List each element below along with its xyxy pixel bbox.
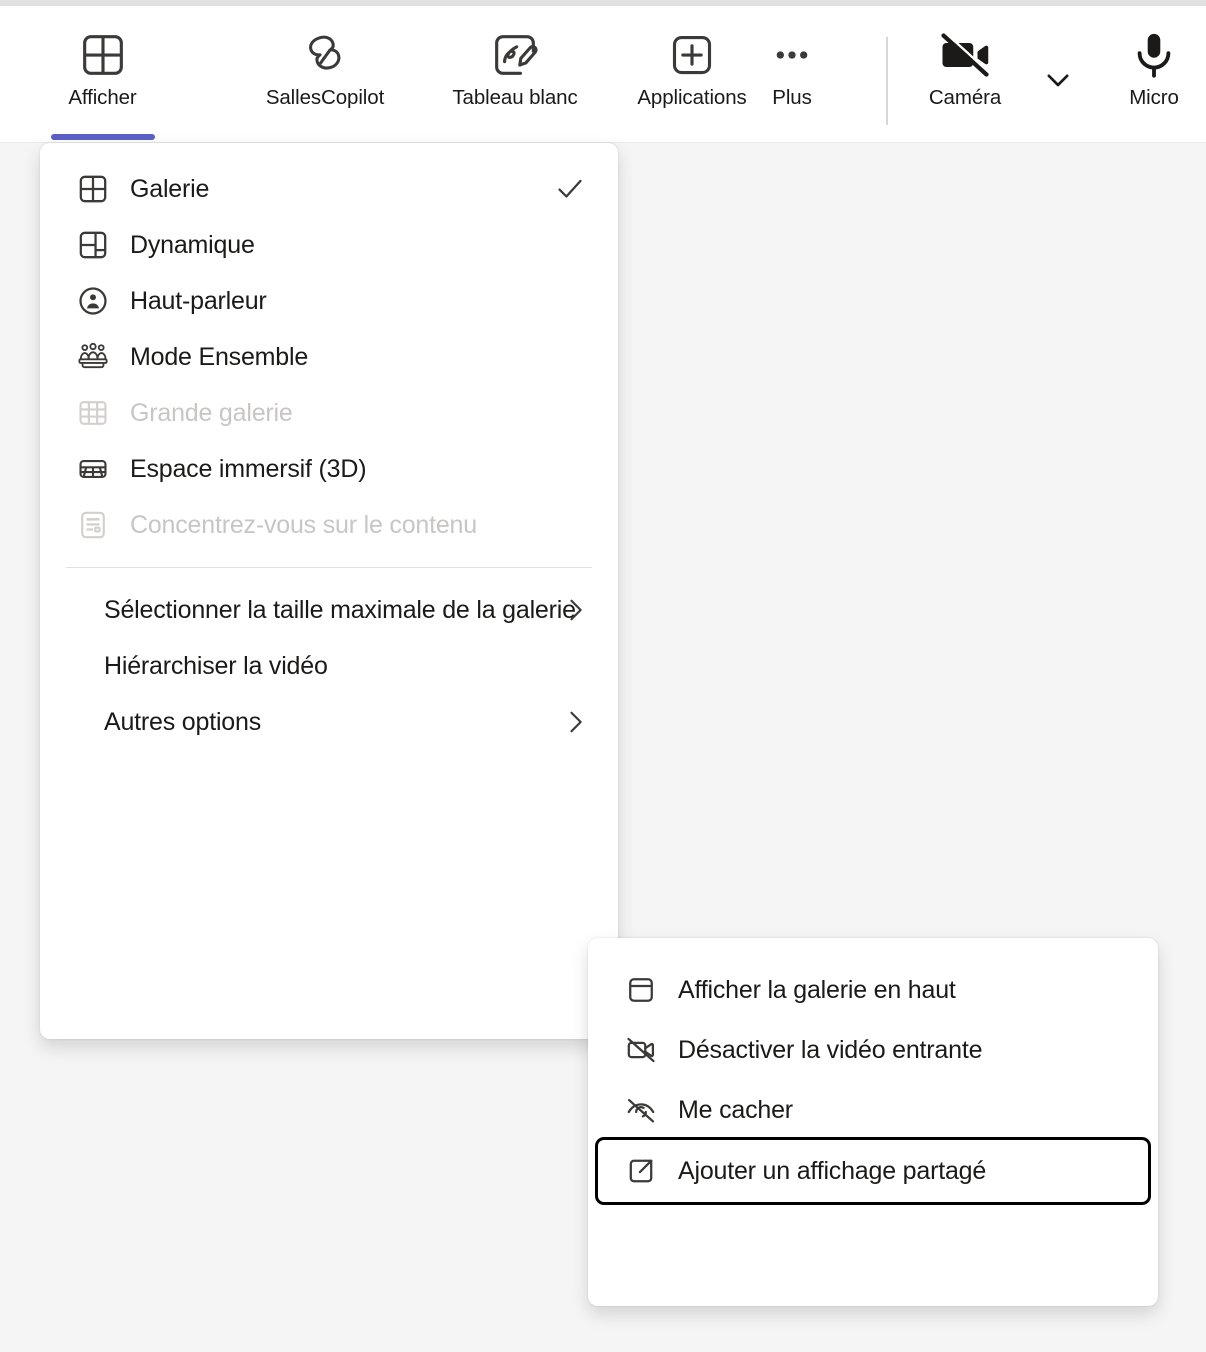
submenu-item-afficher-galerie-en-haut[interactable]: Afficher la galerie en haut	[598, 960, 1148, 1020]
menu-item-haut-parleur[interactable]: Haut-parleur	[50, 273, 608, 329]
autres-options-submenu: Afficher la galerie en haut Désactiver l…	[588, 938, 1158, 1306]
menu-item-label: Haut-parleur	[130, 287, 267, 315]
toolbar-item-sallescopilot[interactable]: SallesCopilot	[225, 6, 425, 142]
toolbar-item-label: Afficher	[68, 86, 137, 109]
more-horizontal-icon	[767, 24, 817, 86]
submenu-item-ajouter-affichage-partage[interactable]: Ajouter un affichage partagé	[598, 1140, 1148, 1202]
menu-item-concentrez-vous-sur-le-contenu[interactable]: Concentrez-vous sur le contenu	[50, 497, 608, 553]
menu-divider	[66, 567, 592, 568]
immersive-space-icon	[76, 452, 114, 486]
submenu-item-label: Afficher la galerie en haut	[678, 976, 956, 1004]
gallery-top-icon	[624, 973, 662, 1007]
menu-item-label: Espace immersif (3D)	[130, 455, 367, 483]
together-mode-icon	[76, 340, 114, 374]
toolbar-item-label: Applications	[637, 86, 747, 109]
grid-view-icon	[76, 172, 114, 206]
checkmark-icon	[552, 171, 588, 207]
menu-item-label: Grande galerie	[130, 399, 293, 427]
toolbar-item-label: Tableau blanc	[452, 86, 578, 109]
menu-item-label: Galerie	[130, 175, 210, 203]
toolbar-item-label: Plus	[772, 86, 812, 109]
menu-item-label: Mode Ensemble	[130, 343, 309, 371]
meeting-toolbar: Afficher SallesCopilot Tableau blanc App…	[0, 6, 1206, 143]
toolbar-item-camera[interactable]: Caméra	[906, 6, 1024, 142]
dynamic-view-icon	[76, 228, 114, 262]
whiteboard-icon	[490, 24, 540, 86]
focus-content-icon	[76, 508, 114, 542]
toolbar-item-applications[interactable]: Applications	[610, 6, 774, 142]
large-gallery-icon	[76, 396, 114, 430]
menu-item-label: Hiérarchiser la vidéo	[104, 652, 328, 680]
toolbar-divider	[886, 37, 888, 125]
menu-item-galerie[interactable]: Galerie	[50, 161, 608, 217]
menu-item-autres-options[interactable]: Autres options	[50, 694, 608, 750]
toolbar-item-label: Micro	[1129, 86, 1179, 109]
submenu-item-me-cacher[interactable]: Me cacher	[598, 1080, 1148, 1140]
menu-item-label: Sélectionner la taille maximale de la ga…	[104, 596, 576, 624]
submenu-item-label: Me cacher	[678, 1096, 793, 1124]
toolbar-item-afficher[interactable]: Afficher	[50, 6, 155, 142]
plus-square-icon	[667, 24, 717, 86]
menu-item-selectionner-taille-maximale-galerie[interactable]: Sélectionner la taille maximale de la ga…	[50, 582, 608, 638]
copilot-icon	[299, 24, 351, 86]
view-dropdown-menu: Galerie Dynamique Haut-parleur Mode Ense…	[40, 143, 618, 1039]
eye-off-icon	[624, 1093, 662, 1127]
menu-item-label: Autres options	[104, 708, 262, 736]
video-off-icon	[624, 1033, 662, 1067]
external-link-icon	[624, 1154, 662, 1188]
menu-item-label: Concentrez-vous sur le contenu	[130, 511, 477, 539]
toolbar-item-tableau-blanc[interactable]: Tableau blanc	[415, 6, 615, 142]
toolbar-item-micro[interactable]: Micro	[1104, 6, 1204, 142]
chevron-right-icon	[558, 705, 592, 739]
grid-view-icon	[78, 24, 128, 86]
menu-item-mode-ensemble[interactable]: Mode Ensemble	[50, 329, 608, 385]
camera-chevron-down-icon[interactable]	[1036, 58, 1080, 102]
submenu-item-label: Désactiver la vidéo entrante	[678, 1036, 983, 1064]
camera-off-icon	[935, 24, 995, 86]
chevron-right-icon	[558, 593, 592, 627]
toolbar-item-plus[interactable]: Plus	[756, 6, 828, 142]
toolbar-item-label: SallesCopilot	[265, 86, 385, 109]
menu-item-espace-immersif[interactable]: Espace immersif (3D)	[50, 441, 608, 497]
submenu-item-desactiver-video-entrante[interactable]: Désactiver la vidéo entrante	[598, 1020, 1148, 1080]
submenu-item-label: Ajouter un affichage partagé	[678, 1157, 987, 1185]
menu-item-label: Dynamique	[130, 231, 255, 259]
speaker-person-icon	[76, 284, 114, 318]
menu-item-hierarchiser-la-video[interactable]: Hiérarchiser la vidéo	[50, 638, 608, 694]
microphone-icon	[1127, 24, 1181, 86]
menu-item-grande-galerie[interactable]: Grande galerie	[50, 385, 608, 441]
toolbar-item-label: Caméra	[928, 86, 1002, 109]
active-tab-underline	[50, 134, 155, 140]
menu-item-dynamique[interactable]: Dynamique	[50, 217, 608, 273]
